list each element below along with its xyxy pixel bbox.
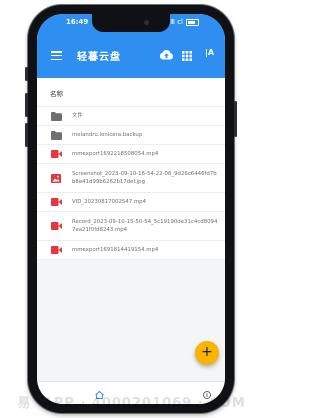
volume-down-button [25,123,28,147]
folder-icon [51,112,62,121]
grid-view-icon[interactable] [182,51,192,61]
camera-notch [92,14,170,32]
list-item[interactable]: Record_2023-09-10-15-50-54_5c19190de31c4… [37,212,225,241]
file-name: mmexport1691814419154.mp4 [72,247,159,253]
file-name: mmexport1692218508054.mp4 [72,151,159,157]
volume-up-button [25,93,28,117]
screen: 16:49 Ⅲ ⅽl 轻暮云盘 |A 名称 文件 melandru.lonice… [37,14,225,404]
add-button[interactable]: + [195,341,219,365]
video-file-icon [51,222,62,230]
video-file-icon [51,246,62,254]
list-item[interactable]: VID_20230817002547.mp4 [37,193,225,212]
battery-icon [186,19,199,26]
file-name: VID_20230817002547.mp4 [72,199,146,205]
phone-frame: 16:49 Ⅲ ⅽl 轻暮云盘 |A 名称 文件 melandru.lonice… [25,5,237,413]
list-item[interactable]: Screenshot_2023-09-10-16-54-22-06_9d26c6… [37,164,225,193]
mute-switch [25,67,28,81]
list-item[interactable]: mmexport1691814419154.mp4 [37,241,225,260]
status-time: 16:49 [66,18,89,26]
image-file-icon [51,174,61,183]
video-file-icon [51,198,62,206]
file-name: Screenshot_2023-09-10-16-54-22-06_9d26c6… [72,171,217,185]
file-name: Record_2023-09-10-15-50-54_5c19190de31c4… [72,219,218,233]
list-item[interactable]: mmexport1692218508054.mp4 [37,145,225,164]
video-file-icon [51,150,62,158]
app-title: 轻暮云盘 [77,52,121,63]
power-button [234,101,237,137]
cloud-upload-icon[interactable] [159,49,174,60]
list-item[interactable]: melandru.lonicera.backup [37,126,225,145]
folder-icon [51,131,62,140]
watermark: 易 ·APP · 4000201069 · COM [17,396,246,411]
file-list: 名称 文件 melandru.lonicera.backup mmexport1… [37,78,225,260]
file-name: 文件 [72,113,83,119]
list-item[interactable]: 文件 [37,107,225,126]
sort-icon[interactable]: |A [205,48,214,57]
signal-indicator: Ⅲ ⅽl [170,18,183,26]
name-column-header: 名称 [50,90,63,98]
list-header: 名称 [37,78,225,107]
app-bar: 轻暮云盘 |A [37,34,225,78]
file-name: melandru.lonicera.backup [72,132,143,138]
menu-icon[interactable] [51,51,62,61]
